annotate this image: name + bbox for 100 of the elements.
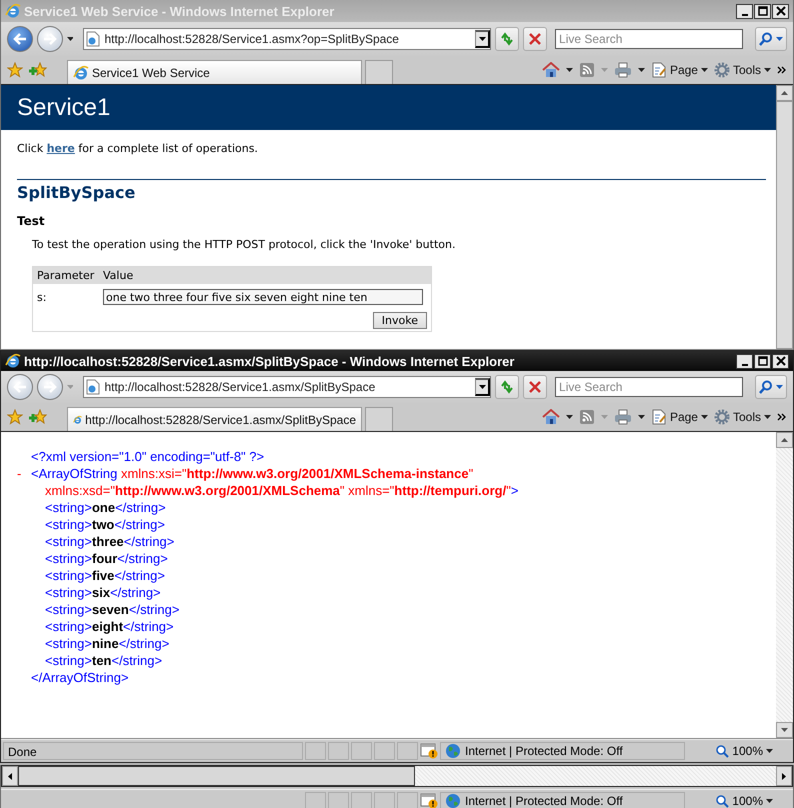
ie-logo-icon: [5, 353, 21, 369]
refresh-icon: [499, 31, 516, 47]
caret-icon[interactable]: [700, 415, 708, 419]
close-icon: [776, 356, 786, 366]
close-button[interactable]: [772, 354, 789, 368]
xml-line: <ArrayOfString xmlns:xsi="http://www.w3.org/2001/XMLSchema-instance": [31, 465, 474, 482]
maximize-icon: [758, 356, 768, 366]
xml-line: <string>eight</string>: [44, 618, 175, 635]
printer-icon[interactable]: [614, 409, 632, 425]
zoom-button[interactable]: 100%: [711, 792, 791, 808]
status-pane: [305, 742, 326, 760]
collapse-toggle[interactable]: -: [17, 465, 31, 482]
window-title: http://localhost:52828/Service1.asmx/SplitBySpace - Windows Internet Explorer: [24, 354, 516, 368]
status-text: Done: [3, 742, 303, 760]
here-link[interactable]: here: [46, 142, 75, 155]
caret-icon[interactable]: [700, 68, 708, 72]
chevron-icon[interactable]: [777, 413, 787, 421]
caret-icon[interactable]: [638, 68, 645, 72]
caret-icon[interactable]: [566, 68, 573, 72]
scroll-left-icon[interactable]: [8, 772, 12, 780]
scroll-up-icon[interactable]: [781, 91, 788, 95]
address-bar[interactable]: http://localhost:52828/Service1.asmx?op=SplitBySpace: [83, 28, 492, 50]
back-button[interactable]: [7, 374, 33, 400]
address-bar[interactable]: http://localhost:52828/Service1.asmx/SplitBySpace: [83, 376, 492, 398]
browser-tab[interactable]: Service1 Web Service: [67, 60, 362, 84]
chevron-icon[interactable]: [777, 66, 787, 74]
favorites-star-icon[interactable]: [7, 62, 23, 78]
operation-title: SplitBySpace: [17, 183, 136, 202]
address-text: http://localhost:52828/Service1.asmx?op=SplitBySpace: [104, 32, 400, 46]
zoom-button[interactable]: 100%: [711, 742, 791, 760]
page-icon: [86, 379, 100, 395]
home-icon[interactable]: [542, 62, 560, 78]
refresh-button[interactable]: [495, 375, 520, 399]
page-menu[interactable]: Page: [650, 62, 708, 78]
ie-logo-icon: [73, 64, 89, 80]
caret-icon[interactable]: [766, 749, 773, 753]
caret-icon[interactable]: [66, 37, 74, 41]
caret-icon[interactable]: [764, 415, 771, 419]
xml-line: <string>ten</string>: [44, 652, 164, 669]
search-icon: [759, 380, 774, 394]
maximize-button[interactable]: [754, 354, 771, 368]
status-pane: [397, 792, 418, 808]
tools-menu[interactable]: Tools: [714, 409, 771, 425]
xml-line: xmlns:xsd="http://www.w3.org/2001/XMLSchema" xmlns="http://tempuri.org/">: [44, 482, 520, 499]
ie-logo-icon: [5, 3, 21, 19]
tools-menu[interactable]: Tools: [714, 62, 771, 78]
feed-icon[interactable]: [578, 62, 595, 78]
caret-icon: [776, 37, 783, 41]
printer-icon[interactable]: [614, 62, 632, 78]
feed-icon[interactable]: [578, 409, 595, 425]
scroll-up-icon[interactable]: [781, 438, 788, 442]
column-header: Value: [99, 266, 432, 284]
xml-line: <string>three</string>: [44, 533, 176, 550]
status-pane: [328, 792, 349, 808]
dropdown-button[interactable]: [475, 30, 490, 48]
refresh-icon: [499, 379, 516, 395]
caret-icon[interactable]: [638, 415, 645, 419]
caret-icon[interactable]: [764, 68, 771, 72]
scroll-right-icon[interactable]: [782, 772, 786, 780]
invoke-button[interactable]: Invoke: [372, 312, 427, 329]
service-title: Service1: [17, 94, 110, 122]
home-icon[interactable]: [542, 409, 560, 425]
horizontal-scrollbar[interactable]: [1, 765, 793, 787]
caret-icon: [478, 37, 486, 41]
status-pane: [351, 792, 372, 808]
section-title: Test: [17, 214, 46, 228]
security-zone[interactable]: Internet | Protected Mode: Off: [440, 792, 685, 808]
vertical-scrollbar[interactable]: [776, 85, 793, 349]
page-icon: [86, 31, 100, 47]
value-field[interactable]: one two three four five six seven eight nine ten: [103, 289, 424, 305]
status-pane: [374, 742, 395, 760]
forward-button[interactable]: [36, 374, 63, 400]
search-field[interactable]: Live Search: [555, 29, 744, 49]
xml-line: <string>one</string>: [44, 499, 167, 516]
search-button[interactable]: [755, 27, 787, 51]
back-button[interactable]: [7, 26, 33, 52]
refresh-button[interactable]: [495, 27, 520, 51]
xml-line: <string>four</string>: [44, 550, 169, 567]
dropdown-button[interactable]: [475, 378, 490, 396]
caret-icon[interactable]: [766, 799, 773, 803]
magnifier-icon: [715, 794, 730, 808]
warning-icon[interactable]: [420, 743, 438, 759]
minimize-icon: [742, 14, 748, 16]
security-zone[interactable]: Internet | Protected Mode: Off: [440, 742, 685, 760]
gear-icon: [714, 409, 730, 425]
warning-icon[interactable]: [420, 793, 438, 808]
caret-icon[interactable]: [566, 415, 573, 419]
stop-button[interactable]: [523, 27, 548, 51]
caret-icon: [478, 385, 486, 389]
page-icon: [650, 409, 667, 425]
favorites-star-icon[interactable]: [7, 409, 23, 425]
minimize-button[interactable]: [736, 354, 753, 368]
vertical-scrollbar[interactable]: [776, 432, 793, 738]
browser-tab[interactable]: http://localhost:52828/Service1.asmx/SplitBySpace: [67, 407, 362, 431]
page-menu[interactable]: Page: [650, 409, 708, 425]
search-field[interactable]: Live Search: [555, 377, 744, 397]
search-button[interactable]: [755, 375, 787, 399]
stop-button[interactable]: [523, 375, 548, 399]
scroll-down-icon[interactable]: [781, 728, 788, 732]
forward-button[interactable]: [36, 26, 63, 52]
